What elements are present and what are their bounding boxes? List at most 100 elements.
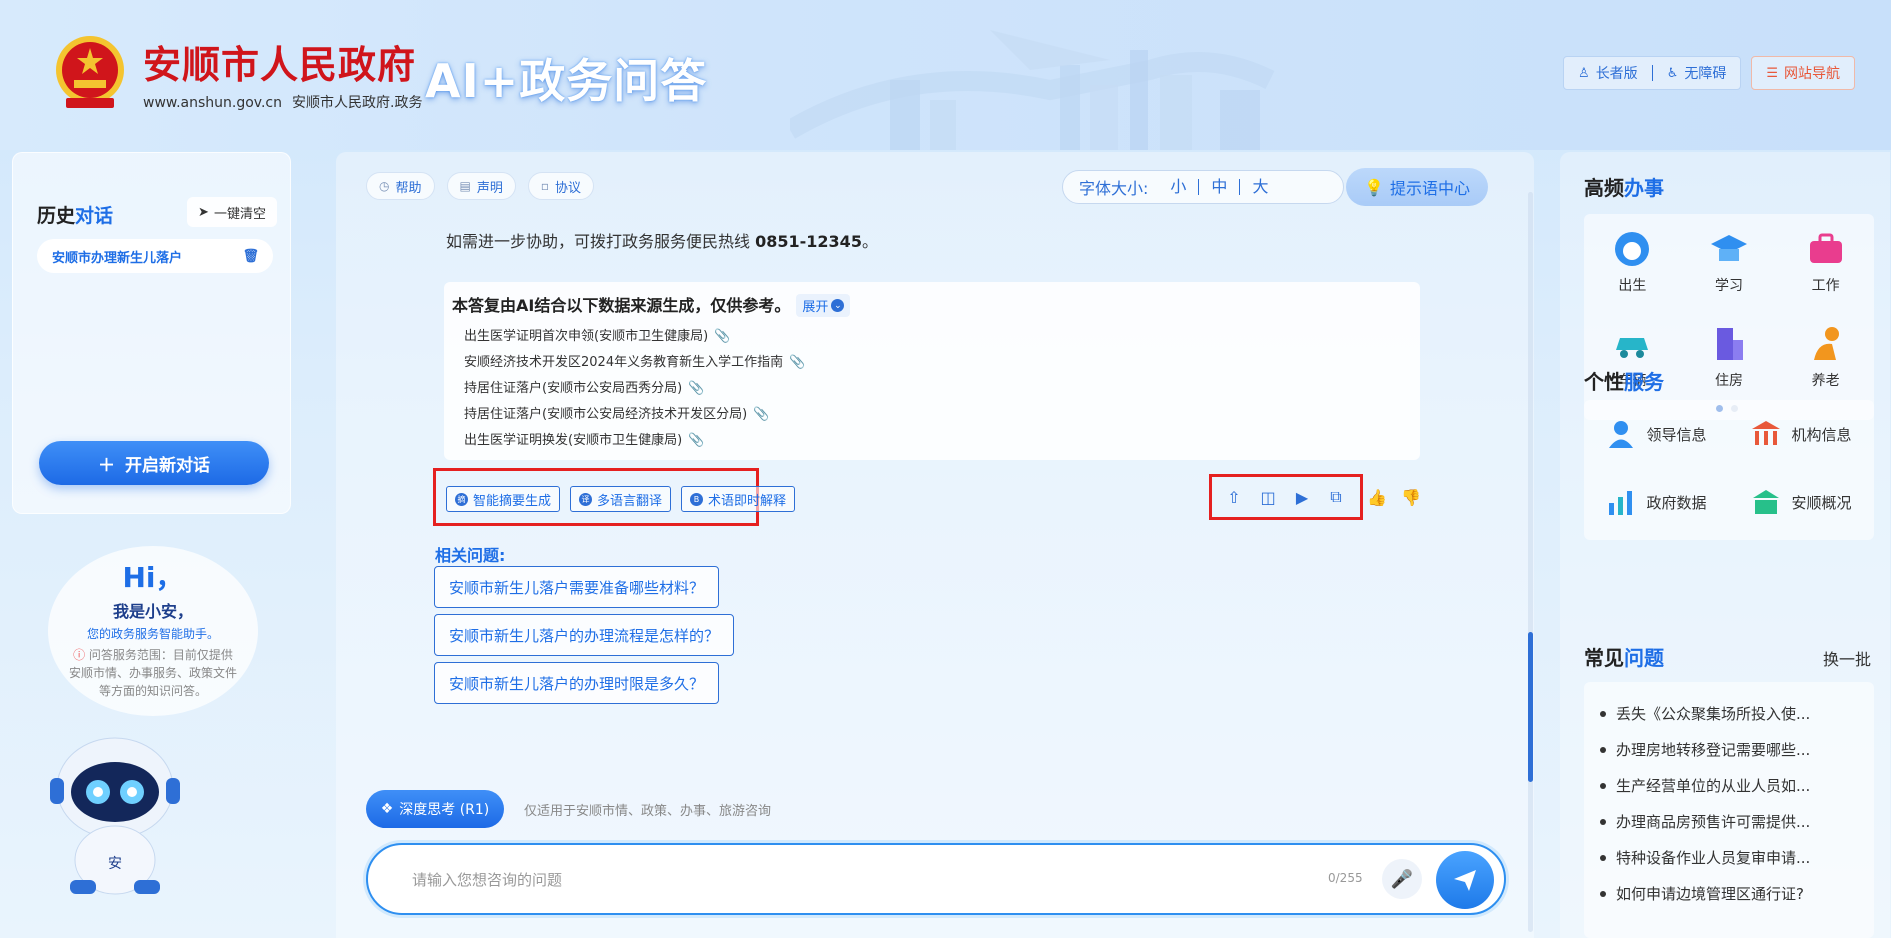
- agreement-button[interactable]: ▫ 协议: [527, 172, 595, 200]
- accessibility-link[interactable]: 无障碍: [1684, 63, 1726, 83]
- translate-label: 多语言翻译: [597, 493, 663, 509]
- data-chart-icon: [1609, 491, 1633, 515]
- summary-button[interactable]: 摘智能摘要生成: [446, 486, 561, 512]
- source-item[interactable]: 持居住证落户(安顺市公安局西秀分局) 📎: [464, 376, 805, 402]
- faq-item[interactable]: 生产经营单位的从业人员如...: [1584, 768, 1874, 804]
- send-icon: [1454, 870, 1476, 891]
- service-institutions[interactable]: 机构信息: [1729, 400, 1874, 468]
- source-item[interactable]: 出生医学证明首次申领(安顺市卫生健康局) 📎: [464, 324, 805, 350]
- faq-item[interactable]: 办理房地转移登记需要哪些...: [1584, 732, 1874, 768]
- elder-version-link[interactable]: 长者版: [1596, 63, 1638, 83]
- answer-tools: 摘智能摘要生成 译多语言翻译 B 术语即时解释: [446, 486, 796, 512]
- tips-center-button[interactable]: 💡 提示语中心: [1346, 168, 1488, 206]
- right-sidebar: 高频办事 出生 学习 工作 车辆 住房 养老 个性服务 领导信息 机构信息 政府…: [1560, 152, 1890, 938]
- copy-icon[interactable]: ⧉: [1325, 486, 1347, 508]
- personal-title: 个性服务: [1584, 370, 1664, 394]
- faq-item[interactable]: 丢失《公众聚集场所投入使...: [1584, 696, 1874, 732]
- info-tabs: ◷ 帮助 ▤ 声明 ▫ 协议: [366, 172, 595, 200]
- service-label: 安顺概况: [1791, 493, 1852, 512]
- paperclip-icon: 📎: [753, 407, 770, 422]
- translate-button[interactable]: 译多语言翻译: [570, 486, 672, 512]
- source-item[interactable]: 出生医学证明换发(安顺市卫生健康局) 📎: [464, 428, 805, 454]
- play-icon[interactable]: ▶: [1291, 486, 1313, 508]
- building-icon: [1716, 327, 1743, 360]
- agreement-label: 协议: [555, 180, 582, 196]
- accessibility-icon: ♿: [1666, 65, 1679, 81]
- help-button[interactable]: ◷ 帮助: [366, 172, 435, 200]
- related-question[interactable]: 安顺市新生儿落户的办理时限是多久？: [434, 662, 720, 704]
- statement-button[interactable]: ▤ 声明: [446, 172, 516, 200]
- top-links: ♙ 长者版 ♿ 无障碍 ☰ 网站导航: [1563, 56, 1855, 90]
- source-title: 本答复由AI结合以下数据来源生成，仅供参考。 展开 ⌄: [452, 292, 851, 317]
- history-item[interactable]: 安顺市办理新生儿落户 🗑: [37, 239, 273, 273]
- question-composer: 0/255 🎤: [366, 843, 1506, 915]
- version-switch: ♙ 长者版 ♿ 无障碍: [1563, 56, 1742, 90]
- service-study[interactable]: 学习: [1681, 214, 1778, 309]
- chat-panel: ◷ 帮助 ▤ 声明 ▫ 协议 字体大小: 小 中 大 💡 提示语中心 如需进一步协助，…: [336, 152, 1534, 938]
- source-box: 本答复由AI结合以下数据来源生成，仅供参考。 展开 ⌄ 出生医学证明首次申领(安顺市…: [444, 282, 1420, 460]
- faq-list: 丢失《公众聚集场所投入使... 办理房地转移登记需要哪些... 生产经营单位的从…: [1584, 682, 1874, 938]
- car-icon: [1616, 337, 1649, 358]
- city-skyline-illustration: [790, 30, 1275, 150]
- deep-think-label: 深度思考 (R1): [399, 802, 490, 818]
- service-label: 领导信息: [1646, 425, 1707, 444]
- broom-icon: ➤: [198, 204, 209, 220]
- scrollbar-thumb[interactable]: [1528, 632, 1533, 782]
- translate-icon: 译: [579, 492, 593, 506]
- font-medium-option[interactable]: 中: [1198, 179, 1239, 195]
- question-input[interactable]: [412, 865, 1272, 895]
- service-label: 工作: [1811, 277, 1840, 294]
- related-question[interactable]: 安顺市新生儿落户的办理流程是怎样的？: [434, 614, 735, 656]
- source-item[interactable]: 安顺经济技术开发区2024年义务教育新生入学工作指南 📎: [464, 350, 805, 376]
- swap-batch-button[interactable]: 换一批: [1823, 646, 1871, 670]
- assistant-name: 我是小安，: [112, 602, 193, 621]
- service-overview[interactable]: 安顺概况: [1729, 468, 1874, 536]
- thumbs-up-icon[interactable]: 👍: [1366, 486, 1388, 508]
- service-elderly[interactable]: 养老: [1777, 309, 1874, 404]
- pdf-icon[interactable]: ◫: [1257, 486, 1279, 508]
- clear-all-label: 一键清空: [213, 206, 266, 222]
- new-chat-label: 开启新对话: [125, 455, 210, 476]
- share-icon[interactable]: ⇧: [1223, 486, 1245, 508]
- site-nav-label: 网站导航: [1784, 66, 1840, 82]
- history-panel: 历史对话 ➤ 一键清空 安顺市办理新生儿落户 🗑 ＋ 开启新对话: [12, 152, 291, 514]
- source-item[interactable]: 持居住证落户(安顺市公安局经济技术开发区分局) 📎: [464, 402, 805, 428]
- site-nav-button[interactable]: ☰ 网站导航: [1751, 56, 1855, 90]
- service-gov-data[interactable]: 政府数据: [1584, 468, 1729, 536]
- expand-button[interactable]: 展开 ⌄: [796, 294, 851, 317]
- deep-think-button[interactable]: ❖ 深度思考 (R1): [366, 790, 504, 828]
- help-icon: ◷: [379, 179, 390, 193]
- source-list: 出生医学证明首次申领(安顺市卫生健康局) 📎 安顺经济技术开发区2024年义务教育…: [464, 324, 805, 454]
- history-item-label: 安顺市办理新生儿落户: [52, 250, 183, 266]
- term-icon: B: [690, 492, 704, 506]
- brain-icon: ❖: [380, 801, 394, 817]
- service-leaders[interactable]: 领导信息: [1584, 400, 1729, 468]
- service-label: 住房: [1714, 372, 1743, 389]
- answer-hotline: 如需进一步协助，可拨打政务服务便民热线 0851-12345。: [446, 232, 878, 251]
- service-label: 政府数据: [1646, 493, 1707, 512]
- service-housing[interactable]: 住房: [1681, 309, 1778, 404]
- trash-icon[interactable]: 🗑: [242, 249, 259, 264]
- term-explain-label: 术语即时解释: [708, 493, 787, 509]
- thumbs-down-icon[interactable]: 👎: [1400, 486, 1422, 508]
- send-button[interactable]: [1436, 851, 1494, 909]
- service-label: 学习: [1714, 277, 1743, 294]
- overview-icon: [1753, 490, 1780, 514]
- feedback-actions: 👍 👎: [1366, 486, 1422, 508]
- faq-item[interactable]: 办理商品房预售许可需提供...: [1584, 804, 1874, 840]
- list-icon: ☰: [1766, 65, 1778, 81]
- help-label: 帮助: [395, 180, 422, 196]
- faq-item[interactable]: 特种设备作业人员复审申请...: [1584, 840, 1874, 876]
- font-large-option[interactable]: 大: [1239, 179, 1280, 195]
- related-question[interactable]: 安顺市新生儿落户需要准备哪些材料？: [434, 566, 720, 608]
- term-explain-button[interactable]: B 术语即时解释: [681, 486, 796, 512]
- service-birth[interactable]: 出生: [1584, 214, 1681, 309]
- clear-all-button[interactable]: ➤ 一键清空: [187, 197, 277, 227]
- font-small-option[interactable]: 小: [1148, 179, 1198, 195]
- personal-grid: 领导信息 机构信息 政府数据 安顺概况: [1584, 400, 1874, 536]
- faq-item[interactable]: 如何申请边境管理区通行证?: [1584, 876, 1874, 912]
- service-work[interactable]: 工作: [1777, 214, 1874, 309]
- microphone-icon[interactable]: 🎤: [1382, 859, 1422, 899]
- new-chat-button[interactable]: ＋ 开启新对话: [39, 441, 269, 485]
- scrollbar-track[interactable]: [1528, 192, 1533, 932]
